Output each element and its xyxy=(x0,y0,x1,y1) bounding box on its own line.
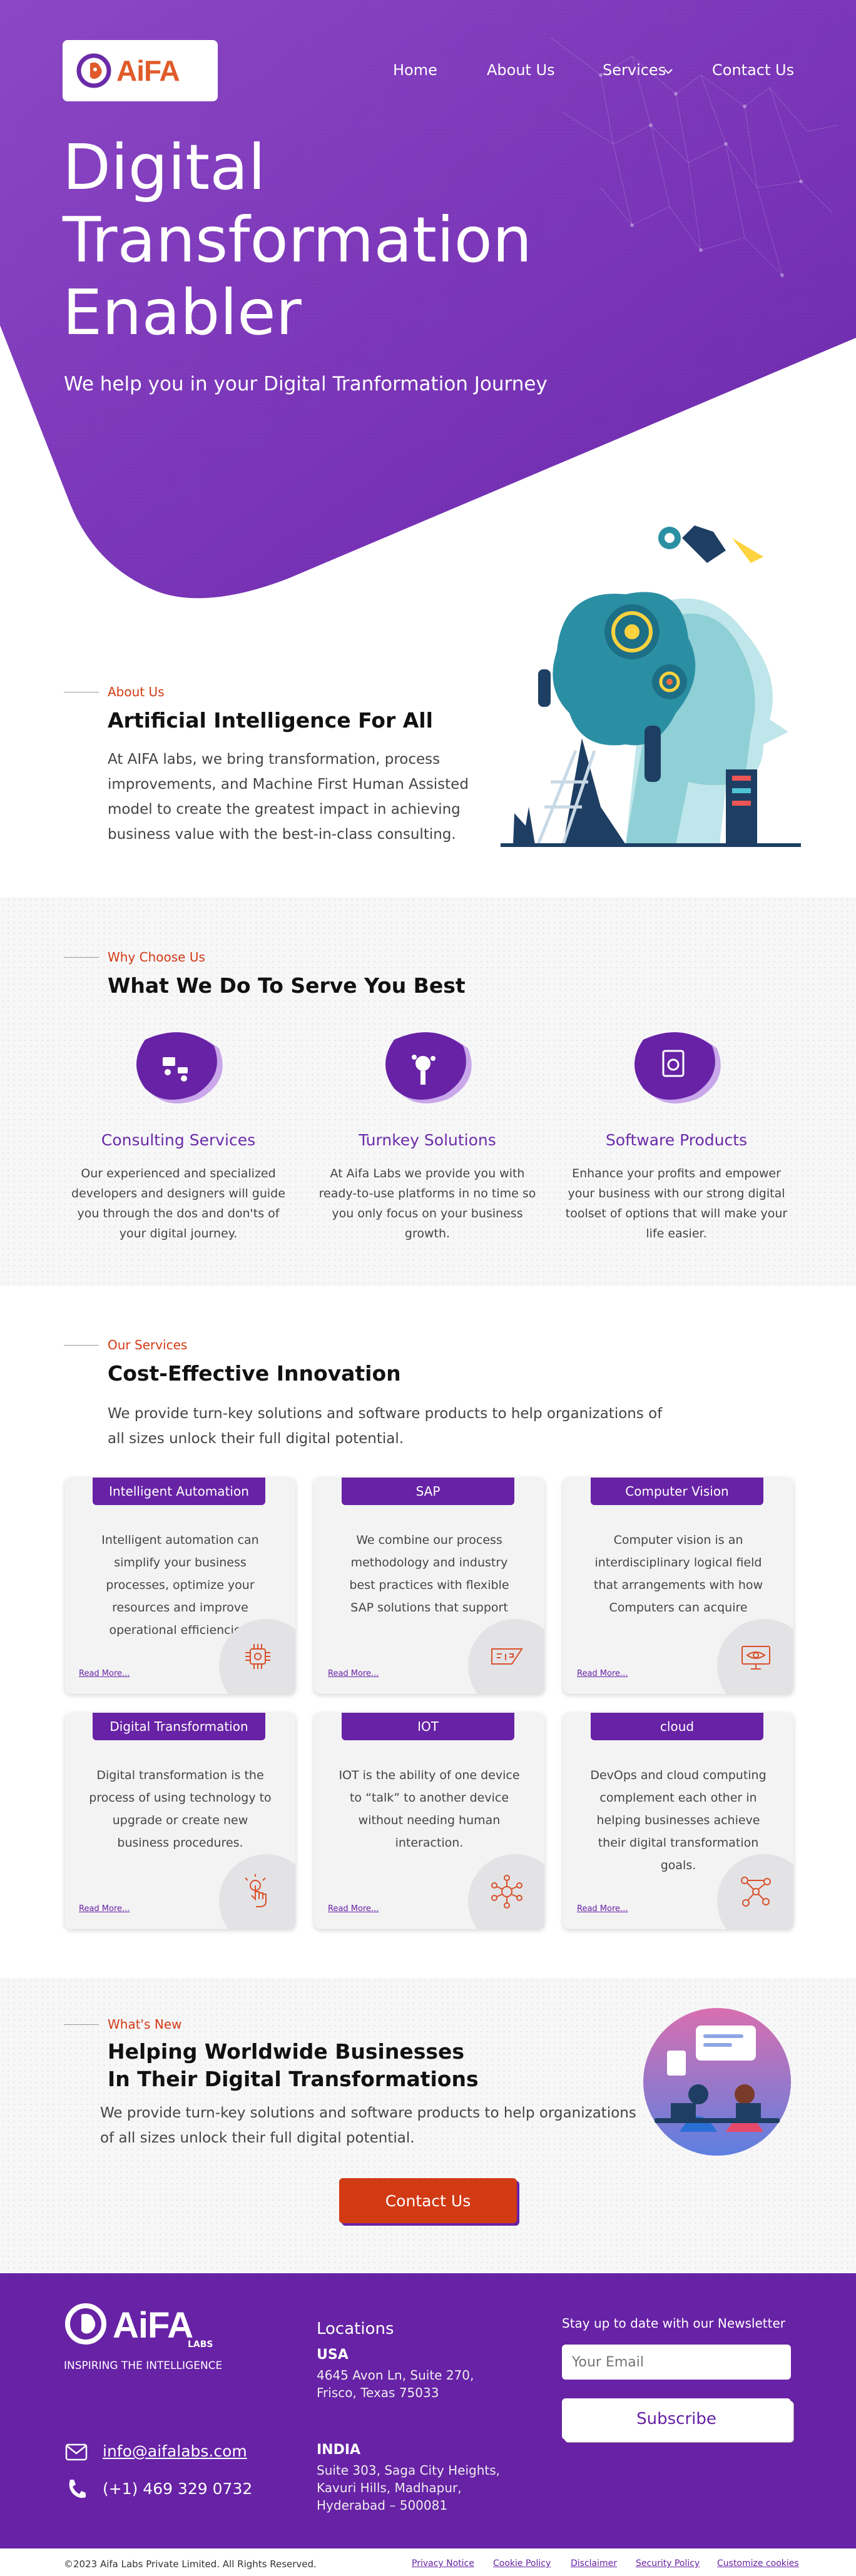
read-more-link[interactable]: Read More... xyxy=(577,1669,628,1678)
footer-logo-wordmark: AiFA xyxy=(113,2305,193,2346)
hero-section: AiFA Home About Us Services Contact Us D… xyxy=(0,0,856,601)
logo[interactable]: AiFA xyxy=(63,40,218,101)
newsletter-email-input[interactable] xyxy=(562,2345,791,2380)
turnkey-icon xyxy=(385,1032,472,1103)
services-title: Cost-Effective Innovation xyxy=(108,1361,401,1386)
security-policy-link[interactable]: Security Policy xyxy=(636,2558,700,2568)
logo-wordmark: AiFA xyxy=(116,54,180,87)
locations-title: Locations xyxy=(317,2320,394,2338)
ai-head-illustration xyxy=(501,525,801,847)
cloud-network-icon xyxy=(741,1877,771,1907)
india-title: INDIA xyxy=(317,2442,361,2458)
usa-address-line2: Frisco, Texas 75033 xyxy=(317,2385,439,2400)
why-choose-section: Why Choose Us What We Do To Serve You Be… xyxy=(0,897,856,1286)
hero-subtitle: We help you in your Digital Tranformatio… xyxy=(64,373,548,395)
why-title: What We Do To Serve You Best xyxy=(108,973,466,998)
eyebrow-divider xyxy=(64,2024,99,2025)
india-address-line3: Hyderabad – 500081 xyxy=(317,2498,448,2513)
hero-title: Digital Transformation Enabler xyxy=(63,131,532,349)
whatsnew-body: We provide turn-key solutions and softwa… xyxy=(100,2105,636,2146)
monitor-eye-icon xyxy=(741,1646,770,1670)
service-card-title: Computer Vision xyxy=(591,1478,763,1505)
sap-icon xyxy=(491,1648,523,1665)
nav-services[interactable]: Services xyxy=(603,61,666,79)
whatsnew-title-line2: In Their Digital Transformations xyxy=(108,2067,479,2091)
newsletter-title: Stay up to date with our Newsletter xyxy=(562,2316,786,2331)
why-eyebrow: Why Choose Us xyxy=(108,950,205,965)
subscribe-button[interactable]: Subscribe xyxy=(562,2398,791,2440)
software-icon xyxy=(634,1032,721,1103)
service-card-title: Intelligent Automation xyxy=(93,1478,265,1505)
about-eyebrow: About Us xyxy=(108,684,165,699)
footer-phone-link[interactable]: (+1) 469 329 0732 xyxy=(103,2480,252,2498)
read-more-link[interactable]: Read More... xyxy=(79,1669,130,1678)
usa-address-line1: 4645 Avon Ln, Suite 270, xyxy=(317,2368,474,2383)
about-body: At AIFA labs, we bring transformation, p… xyxy=(108,751,469,843)
feature-text: Our experienced and specialized develope… xyxy=(71,1167,285,1240)
feature-title: Consulting Services xyxy=(101,1131,256,1149)
whats-new-section: What's New Helping Worldwide Businesses … xyxy=(0,1978,856,2273)
eyebrow-divider xyxy=(64,957,99,958)
consulting-icon xyxy=(136,1032,223,1103)
brain-logo-icon xyxy=(65,2303,106,2345)
nav-home[interactable]: Home xyxy=(393,61,437,79)
whatsnew-eyebrow: What's New xyxy=(108,2017,182,2032)
feature-title: Software Products xyxy=(605,1131,748,1149)
feature-text: At Aifa Labs we provide you with ready-t… xyxy=(318,1167,536,1240)
touch-icon xyxy=(245,1874,267,1907)
disclaimer-link[interactable]: Disclaimer xyxy=(571,2558,617,2568)
service-card-digital-transformation[interactable]: Digital Transformation Digital transform… xyxy=(65,1713,295,1929)
service-card-title: SAP xyxy=(342,1478,514,1505)
nav-about[interactable]: About Us xyxy=(487,61,555,79)
india-address-line2: Kavuri Hills, Madhapur, xyxy=(317,2480,462,2495)
usa-title: USA xyxy=(317,2347,349,2363)
nav-contact[interactable]: Contact Us xyxy=(712,61,794,79)
phone-icon xyxy=(69,2480,86,2498)
services-eyebrow: Our Services xyxy=(108,1337,188,1352)
read-more-link[interactable]: Read More... xyxy=(79,1904,130,1914)
service-card-title: cloud xyxy=(591,1713,763,1740)
service-card-intelligent-automation[interactable]: Intelligent Automation Intelligent autom… xyxy=(65,1478,295,1694)
team-illustration xyxy=(643,2008,791,2156)
services-intro: We provide turn-key solutions and softwa… xyxy=(108,1406,663,1447)
service-card-title: Digital Transformation xyxy=(93,1713,265,1740)
feature-title: Turnkey Solutions xyxy=(359,1131,496,1149)
chevron-down-icon[interactable] xyxy=(663,68,673,75)
service-card-iot[interactable]: IOT IOT is the ability of one device to … xyxy=(314,1713,544,1929)
service-card-text: IOT is the ability of one device to “tal… xyxy=(339,1768,520,1850)
legal-bar: ©2023 Aifa Labs Private Limited. All Rig… xyxy=(0,2548,856,2576)
footer-email-link[interactable]: info@aifalabs.com xyxy=(103,2442,247,2461)
about-title: Artificial Intelligence For All xyxy=(108,708,433,733)
customize-cookies-link[interactable]: Customize cookies xyxy=(717,2558,799,2568)
privacy-notice-link[interactable]: Privacy Notice xyxy=(412,2558,474,2568)
contact-us-button[interactable]: Contact Us xyxy=(339,2178,517,2223)
iot-icon xyxy=(491,1875,522,1909)
read-more-link[interactable]: Read More... xyxy=(328,1904,379,1914)
feature-text: Enhance your profits and empower your bu… xyxy=(565,1167,788,1240)
chip-icon xyxy=(245,1644,270,1669)
copyright-text: ©2023 Aifa Labs Private Limited. All Rig… xyxy=(64,2558,317,2570)
whatsnew-title-line1: Helping Worldwide Businesses xyxy=(108,2039,465,2064)
footer-logo-sub: LABS xyxy=(188,2340,213,2350)
service-card-text: Digital transformation is the process of… xyxy=(89,1768,272,1850)
service-card-text: Computer vision is an interdisciplinary … xyxy=(593,1533,763,1615)
india-address-line1: Suite 303, Saga City Heights, xyxy=(317,2463,501,2478)
mail-icon xyxy=(65,2443,88,2461)
read-more-link[interactable]: Read More... xyxy=(577,1904,628,1914)
service-card-sap[interactable]: SAP We combine our process methodology a… xyxy=(314,1478,544,1694)
service-card-title: IOT xyxy=(342,1713,514,1740)
eyebrow-divider xyxy=(64,1345,99,1346)
service-card-text: We combine our process methodology and i… xyxy=(349,1533,509,1615)
brain-logo-icon xyxy=(76,53,111,88)
footer-tagline: INSPIRING THE INTELLIGENCE xyxy=(64,2360,223,2372)
read-more-link[interactable]: Read More... xyxy=(328,1669,379,1678)
service-card-computer-vision[interactable]: Computer Vision Computer vision is an in… xyxy=(563,1478,793,1694)
service-card-cloud[interactable]: cloud DevOps and cloud computing complem… xyxy=(563,1713,793,1929)
cookie-policy-link[interactable]: Cookie Policy xyxy=(493,2558,551,2568)
